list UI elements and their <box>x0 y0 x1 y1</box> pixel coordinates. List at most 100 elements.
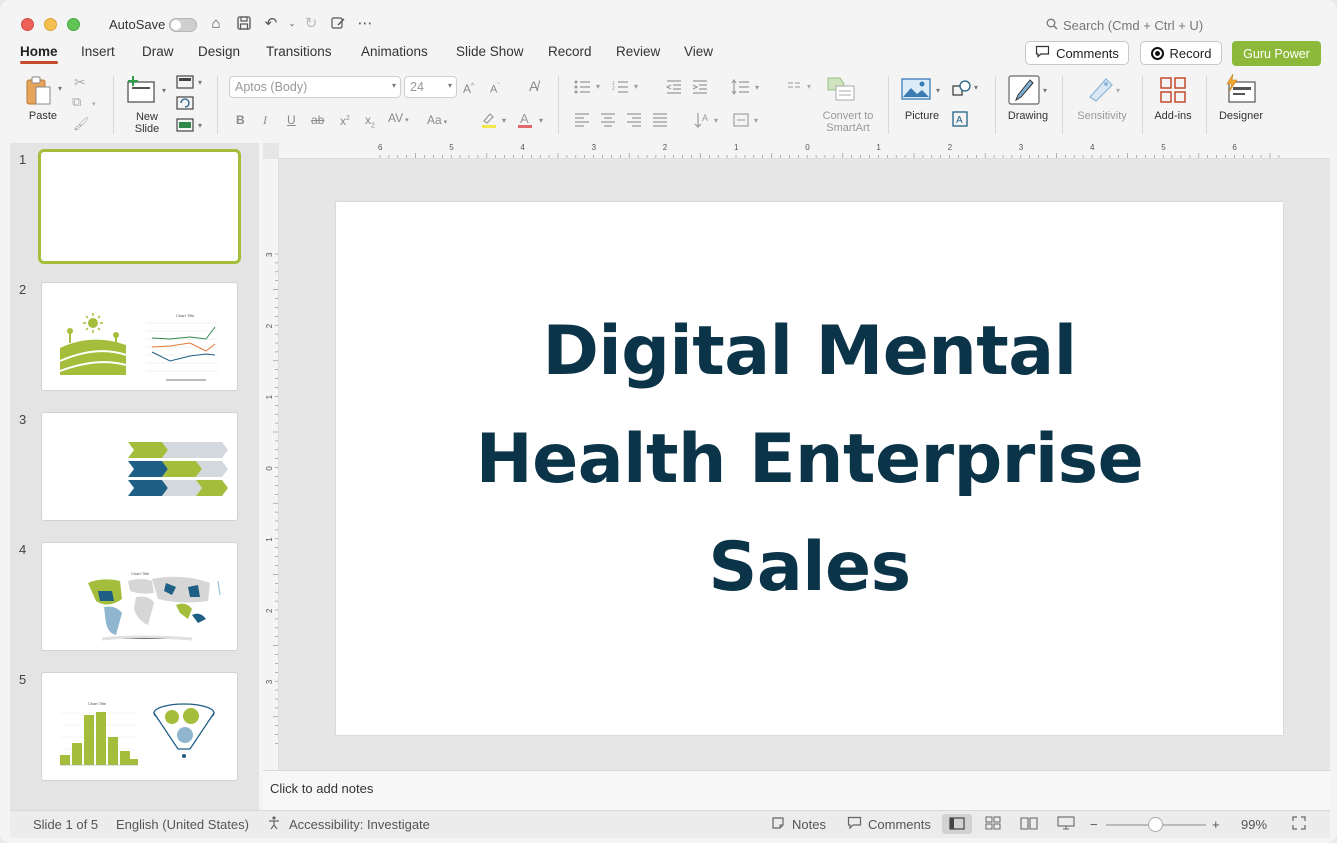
numbering-icon[interactable]: 1 2 ▾ <box>612 80 642 97</box>
increase-font-size-icon[interactable]: A^ <box>463 80 474 96</box>
align-left-icon[interactable] <box>574 113 590 130</box>
close-window-button[interactable] <box>21 18 34 31</box>
fit-to-window-icon[interactable] <box>1292 816 1306 833</box>
tab-slide-show[interactable]: Slide Show <box>456 44 524 59</box>
accessibility-icon[interactable] <box>267 816 281 833</box>
smartart-icon[interactable] <box>826 76 858 105</box>
reading-view-icon[interactable] <box>1020 816 1038 833</box>
decrease-font-size-icon[interactable]: Aˇ <box>490 80 500 97</box>
drawing-dropdown-icon[interactable]: ▾ <box>1043 85 1047 97</box>
zoom-in-button[interactable]: + <box>1212 817 1220 832</box>
new-slide-dropdown-icon[interactable]: ▾ <box>162 85 166 97</box>
text-box-icon[interactable]: A <box>952 111 968 130</box>
notes-pane[interactable]: Click to add notes <box>263 770 1330 810</box>
notes-placeholder[interactable]: Click to add notes <box>270 781 373 796</box>
normal-view-icon[interactable] <box>942 814 972 834</box>
slide-thumbnail-pane[interactable]: 1 2 Chart Title 3 4 Chart Title 5 Chart … <box>10 143 259 810</box>
redo-icon[interactable]: ↻ <box>302 15 320 33</box>
tab-animations[interactable]: Animations <box>361 44 428 59</box>
columns-icon[interactable]: ▾ <box>787 80 817 97</box>
slide-title[interactable]: Digital Mental Health Enterprise Sales <box>456 298 1163 622</box>
slide-sorter-icon[interactable] <box>985 816 1001 833</box>
record-button[interactable]: Record <box>1140 41 1222 65</box>
cut-icon[interactable]: ✂ <box>74 75 86 89</box>
layout-dropdown-icon[interactable]: ▾ <box>198 77 202 89</box>
tab-review[interactable]: Review <box>616 44 660 59</box>
font-size-select[interactable]: 24 ▾ <box>404 76 457 98</box>
format-painter-icon[interactable]: 🖌 <box>73 117 90 130</box>
tab-record[interactable]: Record <box>548 44 592 59</box>
underline-icon[interactable]: U <box>287 113 296 127</box>
drawing-icon[interactable] <box>1008 75 1040 108</box>
minimize-window-button[interactable] <box>44 18 57 31</box>
bold-icon[interactable]: B <box>236 113 245 127</box>
notes-icon[interactable] <box>771 816 785 833</box>
shapes-icon[interactable]: ▾ <box>952 80 982 99</box>
zoom-level[interactable]: 99% <box>1241 817 1267 832</box>
comments-button[interactable]: Comments <box>1025 41 1129 65</box>
accessibility-status[interactable]: Accessibility: Investigate <box>289 817 430 832</box>
paste-icon[interactable] <box>23 75 55 110</box>
character-spacing-icon[interactable]: AV ▾ <box>388 111 409 128</box>
strikethrough-icon[interactable]: ab <box>311 113 324 127</box>
save-icon[interactable] <box>235 15 253 33</box>
decrease-indent-icon[interactable] <box>665 80 682 97</box>
maximize-window-button[interactable] <box>67 18 80 31</box>
designer-icon[interactable] <box>1225 73 1257 107</box>
copy-dropdown-icon[interactable]: ▾ <box>92 99 96 111</box>
layout-icon[interactable] <box>176 75 194 92</box>
italic-icon[interactable]: I <box>263 113 267 127</box>
home-icon[interactable]: ⌂ <box>207 15 225 33</box>
slide-thumbnail-5[interactable]: Chart Title <box>41 672 238 781</box>
customize-toolbar-icon[interactable] <box>329 15 347 33</box>
font-name-select[interactable]: Aptos (Body) ▾ <box>229 76 401 98</box>
undo-icon[interactable]: ↶ <box>262 15 280 33</box>
align-center-icon[interactable] <box>600 113 616 130</box>
change-case-icon[interactable]: Aa ▾ <box>427 113 447 130</box>
increase-indent-icon[interactable] <box>692 80 708 97</box>
language-status[interactable]: English (United States) <box>116 817 249 832</box>
tab-draw[interactable]: Draw <box>142 44 174 59</box>
sensitivity-icon[interactable] <box>1086 75 1116 106</box>
zoom-slider-thumb[interactable] <box>1148 817 1163 832</box>
subscript-icon[interactable]: x2 <box>365 113 375 133</box>
tab-view[interactable]: View <box>684 44 713 59</box>
zoom-out-button[interactable]: − <box>1090 817 1098 832</box>
clear-formatting-icon[interactable]: A̸ <box>529 79 538 93</box>
section-icon[interactable] <box>176 118 194 135</box>
font-color-icon[interactable]: A ▾ <box>517 111 549 132</box>
new-slide-icon[interactable] <box>126 76 158 107</box>
comment-icon[interactable] <box>847 816 862 833</box>
sensitivity-dropdown-icon[interactable]: ▾ <box>1116 85 1120 97</box>
chevron-down-icon[interactable]: ⌄ <box>283 15 301 33</box>
superscript-icon[interactable]: x2 <box>340 112 350 128</box>
addins-icon[interactable] <box>1159 76 1187 107</box>
comments-toggle[interactable]: Comments <box>868 817 931 832</box>
guru-power-button[interactable]: Guru Power <box>1232 41 1321 66</box>
tab-design[interactable]: Design <box>198 44 240 59</box>
tab-home[interactable]: Home <box>20 44 58 64</box>
notes-toggle[interactable]: Notes <box>792 817 826 832</box>
bullets-icon[interactable]: ▾ <box>574 80 604 97</box>
autosave-toggle[interactable] <box>169 18 197 32</box>
current-slide-canvas[interactable]: Digital Mental Health Enterprise Sales <box>336 202 1283 735</box>
slide-thumbnail-2[interactable]: Chart Title <box>41 282 238 391</box>
highlight-icon[interactable]: ▾ <box>480 111 510 132</box>
paste-dropdown-icon[interactable]: ▾ <box>58 83 62 95</box>
align-text-icon[interactable]: ▾ <box>732 111 764 132</box>
slide-thumbnail-3[interactable] <box>41 412 238 521</box>
search-box[interactable]: Search (Cmd + Ctrl + U) <box>1046 18 1203 33</box>
copy-icon[interactable]: ⧉ <box>72 95 81 108</box>
tab-insert[interactable]: Insert <box>81 44 115 59</box>
section-dropdown-icon[interactable]: ▾ <box>198 120 202 132</box>
picture-icon[interactable] <box>901 77 931 104</box>
align-right-icon[interactable] <box>626 113 642 130</box>
reset-slide-icon[interactable] <box>176 96 194 113</box>
text-direction-icon[interactable]: A ▾ <box>694 111 724 132</box>
picture-dropdown-icon[interactable]: ▾ <box>936 85 940 97</box>
slide-thumbnail-1[interactable] <box>38 149 241 264</box>
justify-icon[interactable] <box>652 113 668 130</box>
line-spacing-icon[interactable]: ▾ <box>731 79 765 98</box>
slide-thumbnail-4[interactable]: Chart Title <box>41 542 238 651</box>
more-icon[interactable]: ⋯ <box>356 15 374 33</box>
